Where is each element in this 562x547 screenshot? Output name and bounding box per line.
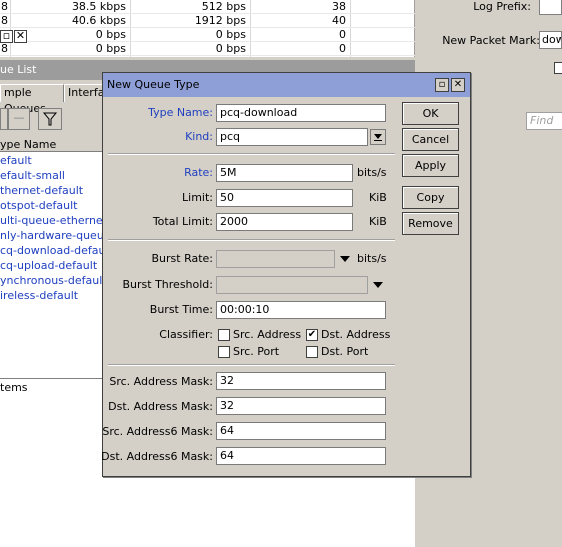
divider xyxy=(108,153,395,155)
cell: 0 bps xyxy=(215,42,246,55)
minus-button[interactable]: — xyxy=(8,108,30,130)
src-address-checkbox-label: Src. Address xyxy=(233,328,302,341)
restore-icon[interactable] xyxy=(554,62,562,74)
filter-icon xyxy=(42,112,58,126)
divider xyxy=(108,364,395,366)
dst-port-checkbox[interactable] xyxy=(306,346,318,358)
burst-threshold-label: Burst Threshold: xyxy=(122,278,214,291)
cell: 0 xyxy=(339,28,346,41)
list-item[interactable]: ynchronous-default xyxy=(0,273,107,288)
ok-button[interactable]: OK xyxy=(402,102,459,125)
traffic-table: 8 38.5 kbps 512 bps 38 8 40.6 kbps 1912 … xyxy=(0,0,415,57)
rate-label: Rate: xyxy=(184,166,213,179)
new-packet-mark-input[interactable]: dow xyxy=(539,31,562,49)
cell: 8 xyxy=(1,42,8,55)
dropdown-arrow-icon[interactable] xyxy=(340,256,350,262)
label-column: Type Name: Kind: Rate: Limit: Total Limi… xyxy=(101,73,214,478)
burst-rate-label: Burst Rate: xyxy=(151,252,213,265)
tab-interface-queues[interactable]: Interfa xyxy=(64,84,106,102)
find-input[interactable]: Find xyxy=(526,112,562,130)
src-address6-mask-label: Src. Address6 Mask: xyxy=(102,425,213,438)
table-row[interactable]: 8 38.5 kbps 512 bps 38 xyxy=(0,0,415,14)
cell: 38.5 kbps xyxy=(71,0,126,13)
dst-address-checkbox-label: Dst. Address xyxy=(321,328,391,341)
new-queue-type-dialog: New Queue Type ▫ ✕ Type Name: Kind: Rate… xyxy=(101,72,471,478)
kind-label: Kind: xyxy=(185,130,213,143)
cell: 0 bps xyxy=(95,28,126,41)
kind-select[interactable]: pcq xyxy=(216,128,368,146)
dropdown-arrow-icon[interactable] xyxy=(373,282,383,288)
toolbar-button[interactable] xyxy=(0,108,8,130)
burst-time-input[interactable]: 00:00:10 xyxy=(216,301,386,319)
burst-threshold-input[interactable] xyxy=(216,276,368,294)
apply-button[interactable]: Apply xyxy=(402,154,459,177)
limit-label: Limit: xyxy=(182,191,213,204)
list-item[interactable]: ulti-queue-ethernet-d xyxy=(0,213,118,228)
src-address-checkbox[interactable] xyxy=(218,329,230,341)
remove-button[interactable]: Remove xyxy=(402,212,459,235)
classifier-label: Classifier: xyxy=(159,328,213,341)
list-item[interactable]: efault xyxy=(0,153,32,168)
src-port-checkbox[interactable] xyxy=(218,346,230,358)
src-port-checkbox-label: Src. Port xyxy=(233,345,280,358)
type-name-label: Type Name: xyxy=(148,106,213,119)
table-row[interactable]: 8 40.6 kbps 1912 bps 40 xyxy=(0,14,415,28)
filter-button[interactable] xyxy=(38,108,62,130)
restore-icon[interactable]: ▫ xyxy=(0,30,13,43)
cell: 8 xyxy=(1,0,8,13)
total-limit-label: Total Limit: xyxy=(152,215,213,228)
src-address-mask-label: Src. Address Mask: xyxy=(109,375,213,388)
rate-unit: bits/s xyxy=(357,166,387,179)
cell: 8 xyxy=(1,14,8,27)
restore-icon[interactable]: ▫ xyxy=(435,78,449,92)
cell: 40.6 kbps xyxy=(71,14,126,27)
cell: 0 bps xyxy=(215,28,246,41)
total-limit-unit: KiB xyxy=(369,215,387,228)
tab-simple-queues[interactable]: mple Queues xyxy=(0,84,64,115)
list-item[interactable]: ireless-default xyxy=(0,288,78,303)
dst-address-mask-label: Dst. Address Mask: xyxy=(108,400,213,413)
firewall-panel: Log Prefix: New Packet Mark: dow xyxy=(415,0,562,57)
list-item[interactable]: cq-download-default xyxy=(0,243,113,258)
src-address6-mask-input[interactable]: 64 xyxy=(216,422,386,440)
total-limit-input[interactable]: 2000 xyxy=(216,213,353,231)
chevron-down-icon xyxy=(374,134,382,141)
close-icon[interactable]: ✕ xyxy=(451,78,465,92)
kind-dropdown-button[interactable] xyxy=(370,129,386,145)
list-item[interactable]: thernet-default xyxy=(0,183,83,198)
dst-address-checkbox[interactable]: ✔ xyxy=(306,329,318,341)
list-item[interactable]: otspot-default xyxy=(0,198,77,213)
rate-input[interactable]: 5M xyxy=(216,164,353,182)
cell: 0 bps xyxy=(95,42,126,55)
type-name-input[interactable]: pcq-download xyxy=(216,104,386,122)
copy-button[interactable]: Copy xyxy=(402,186,459,209)
table-row[interactable]: 0 bps 0 bps 0 xyxy=(0,28,415,42)
log-prefix-label: Log Prefix: xyxy=(473,0,531,13)
cell: 1912 bps xyxy=(194,14,246,27)
list-item[interactable]: efault-small xyxy=(0,168,65,183)
cell: 38 xyxy=(332,0,346,13)
burst-rate-input[interactable] xyxy=(216,250,335,268)
list-item[interactable]: nly-hardware-queue xyxy=(0,228,111,243)
cell: 0 xyxy=(339,42,346,55)
new-packet-mark-label: New Packet Mark: xyxy=(442,34,540,47)
limit-unit: KiB xyxy=(369,191,387,204)
dst-address6-mask-input[interactable]: 64 xyxy=(216,447,386,465)
cell: 512 bps xyxy=(201,0,246,13)
cell: 40 xyxy=(332,14,346,27)
cancel-button[interactable]: Cancel xyxy=(402,128,459,151)
limit-input[interactable]: 50 xyxy=(216,189,353,207)
dst-port-checkbox-label: Dst. Port xyxy=(321,345,369,358)
table-row[interactable]: 8 0 bps 0 bps 0 xyxy=(0,42,415,56)
divider xyxy=(108,239,395,241)
burst-rate-unit: bits/s xyxy=(357,252,387,265)
log-prefix-input[interactable] xyxy=(539,0,562,15)
list-item[interactable]: cq-upload-default xyxy=(0,258,97,273)
close-icon[interactable]: ✕ xyxy=(14,30,27,43)
dst-address-mask-input[interactable]: 32 xyxy=(216,397,386,415)
burst-time-label: Burst Time: xyxy=(149,303,213,316)
dst-address6-mask-label: Dst. Address6 Mask: xyxy=(101,450,213,463)
src-address-mask-input[interactable]: 32 xyxy=(216,372,386,390)
